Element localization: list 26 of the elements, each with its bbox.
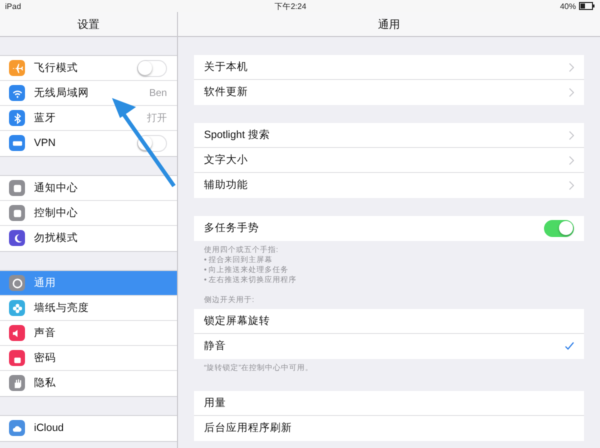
settings-row[interactable]: 辅助功能 [194, 173, 584, 198]
chevron-icon [569, 180, 574, 190]
settings-row[interactable]: 后台应用程序刷新 [194, 416, 584, 441]
settings-row[interactable]: 关于本机 [194, 55, 584, 80]
settings-row[interactable]: 多任务手势 [194, 216, 584, 241]
toggle-switch[interactable] [137, 60, 167, 76]
item-value: 打开 [147, 112, 167, 125]
toggle-switch[interactable] [544, 220, 574, 236]
settings-row[interactable]: 软件更新 [194, 80, 584, 105]
chevron-icon [569, 156, 574, 164]
page-title: 通用 [378, 18, 400, 32]
battery-icon [578, 2, 595, 10]
chevron-icon [569, 62, 574, 72]
settings-row[interactable]: 静音 [194, 334, 584, 359]
sidebar-title: 设置 [78, 18, 100, 32]
chevron-icon [569, 88, 574, 96]
device-name: iPad [5, 2, 22, 10]
item-value: Ben [149, 88, 167, 98]
settings-row[interactable]: 用量 [194, 391, 584, 416]
settings-row[interactable]: 文字大小 [194, 148, 584, 173]
battery-percent: 40% [560, 2, 576, 10]
settings-row[interactable]: 锁定屏幕旋转 [194, 309, 584, 334]
chevron-icon [569, 130, 574, 140]
status-time: 下午2:24 [274, 0, 306, 12]
checkmark-icon [565, 342, 574, 350]
settings-row[interactable]: Spotlight 搜索 [194, 123, 584, 148]
